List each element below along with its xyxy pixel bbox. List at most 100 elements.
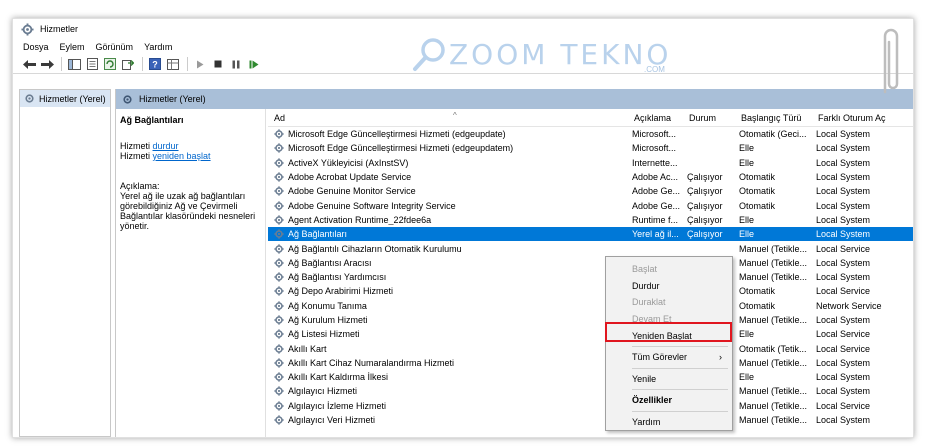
- table-row[interactable]: Ağ Listesi HizmetiyorElleLocal Service: [268, 327, 913, 341]
- magnifier-icon: [413, 38, 445, 71]
- cell-farkli: Local Service: [816, 286, 871, 297]
- cell-ad: Microsoft Edge Güncelleştirmesi Hizmeti …: [268, 143, 628, 153]
- restart-line: Hizmeti yeniden başlat: [120, 151, 261, 161]
- menu-gorunum[interactable]: Görünüm: [96, 42, 134, 52]
- cell-farkli: Local System: [816, 200, 871, 211]
- table-row[interactable]: Agent Activation Runtime_22fdee6a Runtime…: [268, 213, 913, 227]
- stop-prefix: Hizmeti: [120, 141, 153, 151]
- menu-eylem[interactable]: Eylem: [60, 42, 85, 52]
- cell-farkli: Local System: [816, 214, 871, 225]
- column-header-durum[interactable]: Durum: [683, 113, 735, 126]
- table-row[interactable]: Microsoft Edge Güncelleştirmesi Hizmeti …: [268, 127, 913, 141]
- pane-header-title: Hizmetler (Yerel): [139, 94, 206, 104]
- cell-ad: Ağ Kurulum Hizmeti: [268, 315, 628, 325]
- service-gear-icon: [274, 286, 284, 297]
- service-gear-icon: [274, 215, 284, 225]
- help-button[interactable]: ?: [147, 57, 163, 72]
- cell-ad: Akıllı Kart Kaldırma İlkesi: [268, 372, 628, 382]
- cell-aciklama: Microsoft...: [632, 143, 677, 154]
- restart-icon: [249, 60, 259, 68]
- cell-ad: Algılayıcı Veri Hizmeti: [268, 415, 628, 425]
- cell-aciklama: Microsoft...: [632, 129, 677, 140]
- table-row[interactable]: Ağ Kurulum Hizmeti Manuel (Tetikle... Loca…: [268, 313, 913, 327]
- pause-service-button[interactable]: [228, 57, 244, 72]
- stop-icon: [214, 60, 222, 68]
- cell-ad: Algılayıcı Hizmeti: [268, 386, 628, 396]
- console-tree: Hizmetler (Yerel): [19, 89, 111, 437]
- restart-service-link[interactable]: yeniden başlat: [153, 151, 211, 161]
- start-service-button[interactable]: [192, 57, 208, 72]
- cell-farkli: Local System: [816, 315, 871, 325]
- show-console-tree-button[interactable]: [66, 57, 82, 72]
- cell-ad: Ağ Bağlantısı Yardımcısı: [268, 272, 628, 282]
- forward-button[interactable]: [39, 57, 55, 72]
- export-list-button[interactable]: [120, 57, 136, 72]
- export-icon: [122, 60, 134, 70]
- service-name: Adobe Genuine Monitor Service: [288, 186, 416, 197]
- cell-farkli: Local System: [816, 272, 871, 283]
- menu-item-pause: Duraklat: [632, 297, 666, 308]
- table-row[interactable]: Algılayıcı Veri HizmetiÇeşitli alg...Man…: [268, 413, 913, 427]
- menu-item-refresh[interactable]: Yenile: [606, 371, 732, 388]
- refresh-icon: [104, 58, 116, 70]
- stop-service-button[interactable]: [210, 57, 226, 72]
- service-name: Akıllı Kart Cihaz Numaralandırma Hizmeti: [288, 357, 455, 368]
- back-button[interactable]: [21, 57, 37, 72]
- description-text: Yerel ağ ile uzak ağ bağlantıları görebi…: [120, 191, 256, 231]
- table-row[interactable]: Akıllı Kart Kaldırma İlkesi Elle Local Sys…: [268, 370, 913, 384]
- menu-item-help[interactable]: Yardım: [606, 414, 732, 431]
- watermark: ZOOM TEKNO .COM: [411, 35, 671, 74]
- table-row[interactable]: Akıllı Kart Cihaz Numaralandırma Hizmeti…: [268, 356, 913, 370]
- cell-durum: Çalışıyor: [687, 186, 723, 197]
- table-row[interactable]: Algılayıcı Hizmeti Manuel (Tetikle... Loca…: [268, 384, 913, 398]
- table-row[interactable]: Algılayıcı İzleme Hizmeti Manuel (Tetikle…: [268, 399, 913, 413]
- table-row[interactable]: Akıllı Kart Otomatik (Tetik... Local Servi…: [268, 341, 913, 355]
- column-header-ad[interactable]: Ad: [268, 113, 628, 126]
- stop-service-link[interactable]: durdur: [153, 141, 179, 151]
- table-row[interactable]: Microsoft Edge Güncelleştirmesi Hizmeti …: [268, 141, 913, 155]
- play-icon: [197, 60, 204, 68]
- column-header-farkli[interactable]: Farklı Oturum Aç: [812, 113, 902, 126]
- menu-item-stop[interactable]: Durdur: [606, 278, 732, 295]
- help-icon: ?: [149, 58, 161, 70]
- column-header-baslangic[interactable]: Başlangıç Türü: [735, 113, 812, 126]
- cell-baslangic: Otomatik: [739, 286, 776, 297]
- cell-baslangic: Otomatik: [739, 172, 776, 183]
- cell-baslangic: Otomatik (Tetik...: [739, 343, 807, 354]
- table-row[interactable]: Ağ Bağlantısı Yardımcısı Manuel (Tetikle.…: [268, 270, 913, 284]
- restart-service-button[interactable]: [246, 57, 262, 72]
- properties-button[interactable]: [84, 57, 100, 72]
- cell-ad: Adobe Genuine Software Integrity Service: [268, 201, 628, 211]
- table-row[interactable]: Ağ Depo Arabirimi Hizmeti Otomatik Local S…: [268, 284, 913, 298]
- view-button[interactable]: [165, 57, 181, 72]
- services-window: Hizmetler Dosya Eylem Görünüm Yardım ? H…: [12, 18, 914, 438]
- cell-ad: Algılayıcı İzleme Hizmeti: [268, 401, 628, 411]
- table-row[interactable]: Ağ Konumu TanımayorOtomatikNetwork Servi…: [268, 299, 913, 313]
- table-row[interactable]: Ağ Bağlantıları Yerel ağ il... Çalışıyor El…: [268, 227, 913, 242]
- menu-dosya[interactable]: Dosya: [23, 42, 49, 52]
- service-gear-icon: [274, 386, 284, 397]
- services-list: ^ Ad Açıklama Durum Başlangıç Türü Farkl…: [268, 109, 913, 437]
- cell-ad: Ağ Konumu Tanıma: [268, 301, 628, 311]
- menu-item-all-tasks[interactable]: Tüm Görevler ›: [606, 349, 732, 366]
- table-row[interactable]: Ağ Bağlantısı AracısıyorManuel (Tetikle.…: [268, 256, 913, 270]
- table-row[interactable]: Ağ Bağlantılı Cihazların Otomatik Kurulu…: [268, 241, 913, 255]
- restart-highlight-box: [605, 322, 732, 342]
- restart-prefix: Hizmeti: [120, 151, 153, 161]
- table-row[interactable]: Adobe Genuine Monitor Service Adobe Ge...…: [268, 184, 913, 198]
- service-name: Ağ Bağlantısı Yardımcısı: [288, 272, 387, 283]
- table-row[interactable]: Adobe Genuine Software Integrity Service…: [268, 198, 913, 212]
- column-header-aciklama[interactable]: Açıklama: [628, 113, 683, 126]
- description-label: Açıklama:: [120, 181, 160, 191]
- cell-ad: Ağ Bağlantıları: [268, 229, 628, 239]
- refresh-button[interactable]: [102, 57, 118, 72]
- tree-item-services-local[interactable]: Hizmetler (Yerel): [20, 90, 110, 107]
- table-row[interactable]: Adobe Acrobat Update Service Adobe Ac... Ç…: [268, 170, 913, 184]
- services-gear-icon: [123, 94, 132, 104]
- menu-item-properties[interactable]: Özellikler: [606, 392, 732, 409]
- svg-text:?: ?: [152, 60, 158, 70]
- menu-yardim[interactable]: Yardım: [144, 42, 172, 52]
- paperclip-icon: [883, 28, 899, 94]
- table-row[interactable]: ActiveX Yükleyicisi (AxInstSV) Internette…: [268, 156, 913, 170]
- services-gear-icon: [21, 22, 34, 36]
